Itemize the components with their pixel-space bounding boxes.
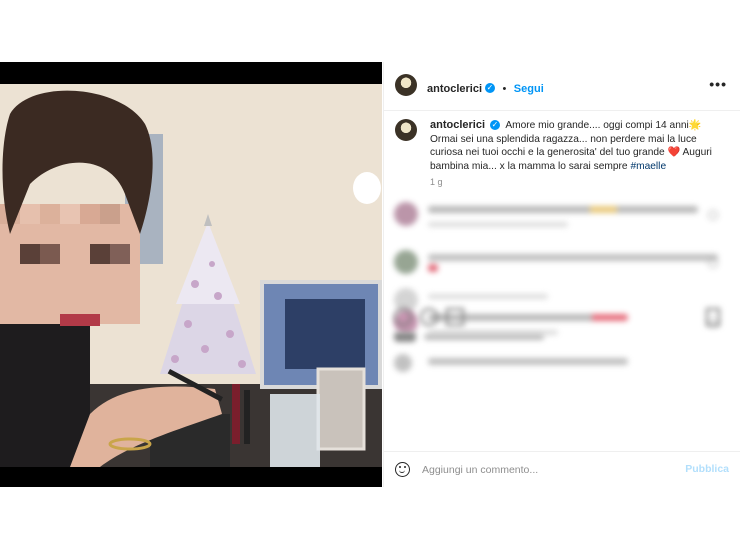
post-header: antoclerici ✓ • Segui ••• <box>384 62 740 111</box>
list-item <box>394 202 724 242</box>
more-options-icon[interactable]: ••• <box>709 76 727 92</box>
follow-button[interactable]: Segui <box>514 83 544 95</box>
separator-dot: • <box>502 83 507 95</box>
publish-button[interactable]: Pubblica <box>685 463 729 475</box>
post-media[interactable] <box>0 62 382 487</box>
list-item <box>394 354 724 394</box>
author-line: antoclerici ✓ • Segui <box>427 79 544 97</box>
caption-verified-icon: ✓ <box>490 120 501 131</box>
comment-input[interactable] <box>422 462 652 478</box>
author-username[interactable]: antoclerici <box>427 83 482 95</box>
caption-avatar[interactable] <box>395 119 417 141</box>
smiley-icon[interactable] <box>395 462 410 477</box>
comment-bar: Pubblica <box>384 451 740 488</box>
author-avatar[interactable] <box>395 74 417 96</box>
instagram-post: antoclerici ✓ • Segui ••• antoclerici ✓ Am… <box>0 62 740 487</box>
post-age[interactable]: 1 g <box>430 177 443 187</box>
caption-username[interactable]: antoclerici <box>430 119 485 131</box>
post-photo <box>0 84 382 467</box>
post-caption: antoclerici ✓ Amore mio grande.... oggi c… <box>430 119 726 173</box>
hashtag-link[interactable]: #maelle <box>630 161 666 172</box>
verified-badge-icon: ✓ <box>485 82 496 93</box>
photo-illustration <box>0 84 382 467</box>
post-actions-blurred <box>394 308 724 348</box>
post-sidebar: antoclerici ✓ • Segui ••• antoclerici ✓ Am… <box>383 62 740 487</box>
list-item <box>394 250 724 290</box>
